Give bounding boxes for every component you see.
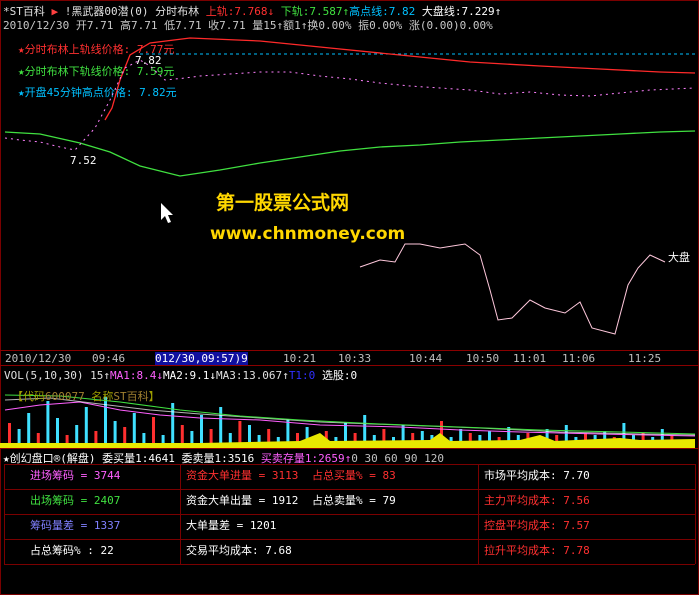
table-cell: 占总卖量% = 79 [312, 494, 396, 507]
table-grid-line [4, 464, 5, 564]
table-cell: 进场筹码 = 3744 [30, 469, 121, 482]
t1-value: T1:0 [288, 369, 316, 382]
ma3-value: MA3:13.067 [215, 369, 283, 382]
up-arrow-icon: ↑ [282, 369, 289, 382]
upper-band-line [104, 37, 696, 121]
down-arrow-icon: ↓ [156, 369, 163, 382]
price-chart[interactable] [0, 0, 699, 350]
table-cell: 交易平均成本: 7.68 [186, 544, 292, 557]
time-tick: 11:06 [562, 352, 596, 365]
table-cell: 占总买量% = 83 [312, 469, 396, 482]
price-high-label: 7.82 [135, 54, 162, 67]
market-line [359, 243, 666, 335]
divider [0, 448, 699, 449]
table-grid-line [695, 464, 696, 564]
lower-band-line [4, 130, 696, 177]
time-tick: 10:21 [283, 352, 317, 365]
price-low-label: 7.52 [70, 154, 97, 167]
time-tick: 10:50 [466, 352, 500, 365]
table-cell: 资金大单进量 = 3113 [186, 469, 299, 482]
table-grid-line [478, 464, 479, 564]
vol-info-line: VOL(5,10,30) 15↑MA1:8.4↓MA2:9.1↓MA3:13.0… [4, 367, 357, 383]
table-cell: 资金大单出量 = 1912 [186, 494, 299, 507]
vol-value: 15 [90, 369, 104, 382]
table-grid-line [4, 564, 695, 565]
name-label: 名称 [91, 390, 114, 403]
up-arrow-icon: ↑ [103, 369, 110, 382]
code-bar: 【代码600077 名称ST百科】 [12, 390, 160, 403]
cursor-time-box: 012/30,09:57)9 [155, 352, 248, 365]
divider [0, 365, 699, 366]
time-tick: 11:25 [628, 352, 662, 365]
time-axis-date: 2010/12/30 [5, 352, 72, 365]
market-tag: 大盘 [668, 251, 690, 264]
table-cell: 拉升平均成本: 7.78 [484, 544, 590, 557]
time-tick: 11:01 [513, 352, 547, 365]
down-arrow-icon: ↓ [209, 369, 216, 382]
mouse-cursor-icon [161, 203, 173, 223]
time-tick: 10:44 [409, 352, 443, 365]
stock-code: 600077 [45, 390, 85, 403]
time-tick: 10:33 [338, 352, 372, 365]
table-cell: 出场筹码 = 2407 [30, 494, 121, 507]
ma2-value: MA2:9.1 [162, 369, 210, 382]
table-cell: 占总筹码% : 22 [30, 544, 114, 557]
table-cell: 市场平均成本: 7.70 [484, 469, 590, 482]
stock-name-label: ST百科 [113, 390, 149, 403]
vol-label: VOL(5,10,30) [4, 369, 84, 382]
table-cell: 主力平均成本: 7.56 [484, 494, 590, 507]
divider [0, 350, 699, 351]
table-grid-line [180, 464, 181, 564]
watermark-url: www.chnmoney.com [210, 224, 406, 244]
table-cell: 控盘平均成本: 7.57 [484, 519, 590, 532]
watermark-title: 第一股票公式网 [216, 192, 350, 214]
ma1-value: MA1:8.4 [109, 369, 157, 382]
code-label: 【代码 [12, 390, 45, 403]
xg-value: 选股:0 [321, 369, 358, 382]
price-line [4, 59, 696, 151]
table-cell: 大单量差 = 1201 [186, 519, 277, 532]
time-tick: 09:46 [92, 352, 126, 365]
table-cell: 筹码量差 = 1337 [30, 519, 121, 532]
